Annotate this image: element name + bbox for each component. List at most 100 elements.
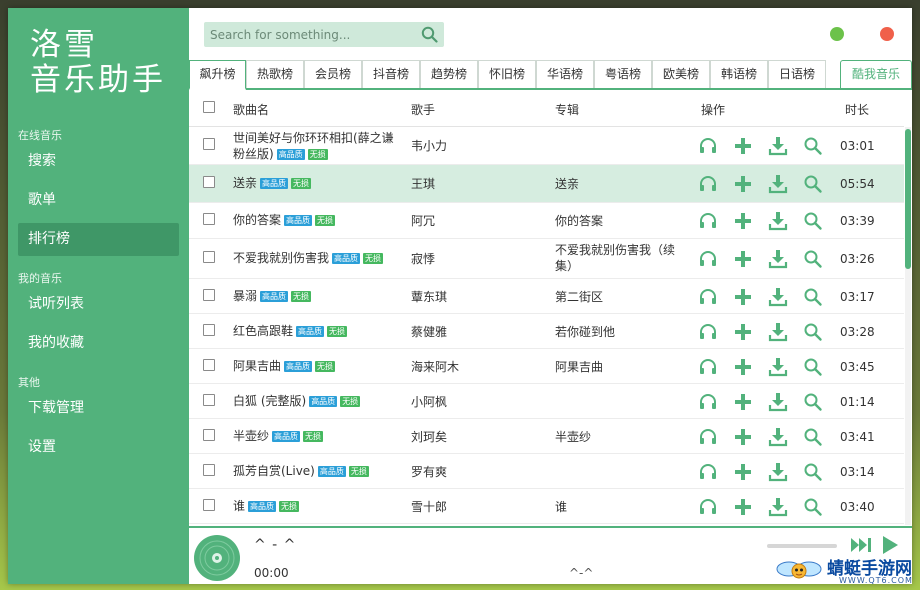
listen-icon[interactable]	[698, 392, 718, 412]
row-checkbox[interactable]	[203, 429, 215, 441]
search-song-icon[interactable]	[803, 287, 823, 307]
tab-japanese[interactable]: 日语榜	[768, 60, 826, 88]
song-artist[interactable]: 寂悸	[411, 251, 435, 267]
tab-douyin[interactable]: 抖音榜	[362, 60, 420, 88]
sidebar-item-favorites[interactable]: 我的收藏	[18, 327, 179, 360]
add-to-list-icon[interactable]	[733, 322, 753, 342]
add-to-list-icon[interactable]	[733, 392, 753, 412]
song-album[interactable]: 你的答案	[555, 213, 685, 229]
add-to-list-icon[interactable]	[733, 174, 753, 194]
song-artist[interactable]: 海来阿木	[411, 359, 459, 375]
song-artist[interactable]: 王琪	[411, 176, 435, 192]
add-to-list-icon[interactable]	[733, 357, 753, 377]
song-row[interactable]: 白狐 (完整版) 高品质 无损 小阿枫 01:14	[189, 384, 904, 419]
sidebar-item-playlists[interactable]: 歌单	[18, 184, 179, 217]
volume-slider[interactable]	[767, 544, 837, 548]
row-checkbox[interactable]	[203, 359, 215, 371]
song-row[interactable]: 你的答案 高品质 无损 阿冗 你的答案 03:39	[189, 203, 904, 239]
row-checkbox[interactable]	[203, 213, 215, 225]
song-row[interactable]: 红色高跟鞋 高品质 无损 蔡健雅 若你碰到他 03:28	[189, 314, 904, 349]
search-song-icon[interactable]	[803, 427, 823, 447]
song-row[interactable]: 送亲 高品质 无损 王琪 送亲 05:54	[189, 165, 904, 203]
row-checkbox[interactable]	[203, 251, 215, 263]
song-artist[interactable]: 刘珂矣	[411, 429, 447, 445]
download-icon[interactable]	[768, 287, 788, 307]
scrollbar-thumb[interactable]	[905, 129, 911, 269]
add-to-list-icon[interactable]	[733, 136, 753, 156]
disc-icon[interactable]	[193, 534, 241, 582]
search-song-icon[interactable]	[803, 174, 823, 194]
song-row[interactable]: 半壶纱 高品质 无损 刘珂矣 半壶纱 03:41	[189, 419, 904, 454]
song-artist[interactable]: 雪十郎	[411, 499, 447, 515]
song-artist[interactable]: 蔡健雅	[411, 324, 447, 340]
tab-mandarin[interactable]: 华语榜	[536, 60, 594, 88]
search-song-icon[interactable]	[803, 322, 823, 342]
download-icon[interactable]	[768, 427, 788, 447]
search-song-icon[interactable]	[803, 357, 823, 377]
song-artist[interactable]: 韦小力	[411, 138, 447, 154]
download-icon[interactable]	[768, 249, 788, 269]
source-tab-kuwo[interactable]: 酷我音乐	[840, 60, 912, 88]
download-icon[interactable]	[768, 357, 788, 377]
song-album[interactable]: 第二街区	[555, 289, 685, 305]
listen-icon[interactable]	[698, 357, 718, 377]
song-album[interactable]: 阿果吉曲	[555, 359, 685, 375]
song-artist[interactable]: 蕈东琪	[411, 289, 447, 305]
download-icon[interactable]	[768, 211, 788, 231]
download-icon[interactable]	[768, 392, 788, 412]
add-to-list-icon[interactable]	[733, 427, 753, 447]
tab-surge[interactable]: 飙升榜	[189, 60, 246, 90]
download-icon[interactable]	[768, 462, 788, 482]
song-row[interactable]: 世间美好与你环环相扣(薛之谦 粉丝版) 高品质 无损 韦小力 03:01	[189, 127, 904, 165]
download-icon[interactable]	[768, 136, 788, 156]
listen-icon[interactable]	[698, 136, 718, 156]
search-song-icon[interactable]	[803, 211, 823, 231]
row-checkbox[interactable]	[203, 324, 215, 336]
song-artist[interactable]: 小阿枫	[411, 394, 447, 410]
row-checkbox[interactable]	[203, 176, 215, 188]
tab-trend[interactable]: 趋势榜	[420, 60, 478, 88]
download-icon[interactable]	[768, 497, 788, 517]
song-album[interactable]: 若你碰到他	[555, 324, 685, 340]
sidebar-item-downloads[interactable]: 下载管理	[18, 392, 179, 425]
add-to-list-icon[interactable]	[733, 249, 753, 269]
tab-western[interactable]: 欧美榜	[652, 60, 710, 88]
add-to-list-icon[interactable]	[733, 211, 753, 231]
tab-cantonese[interactable]: 粤语榜	[594, 60, 652, 88]
download-icon[interactable]	[768, 174, 788, 194]
song-album[interactable]: 送亲	[555, 176, 685, 192]
tab-nostalgia[interactable]: 怀旧榜	[478, 60, 536, 88]
sidebar-item-trial-list[interactable]: 试听列表	[18, 288, 179, 321]
add-to-list-icon[interactable]	[733, 287, 753, 307]
song-row[interactable]: 暴溺 高品质 无损 蕈东琪 第二街区 03:17	[189, 279, 904, 314]
minimize-button[interactable]	[830, 27, 844, 41]
listen-icon[interactable]	[698, 211, 718, 231]
sidebar-item-settings[interactable]: 设置	[18, 431, 179, 464]
select-all-checkbox[interactable]	[203, 101, 215, 113]
search-icon[interactable]	[421, 26, 438, 47]
close-button[interactable]	[880, 27, 894, 41]
row-checkbox[interactable]	[203, 499, 215, 511]
sidebar-item-leaderboard[interactable]: 排行榜	[18, 223, 179, 256]
song-artist[interactable]: 阿冗	[411, 213, 435, 229]
row-checkbox[interactable]	[203, 464, 215, 476]
song-album[interactable]: 半壶纱	[555, 429, 685, 445]
listen-icon[interactable]	[698, 497, 718, 517]
listen-icon[interactable]	[698, 427, 718, 447]
add-to-list-icon[interactable]	[733, 497, 753, 517]
search-song-icon[interactable]	[803, 462, 823, 482]
song-artist[interactable]: 罗有爽	[411, 464, 447, 480]
row-checkbox[interactable]	[203, 394, 215, 406]
song-album[interactable]: 不爱我就别伤害我（续 集）	[555, 242, 685, 274]
tab-korean[interactable]: 韩语榜	[710, 60, 768, 88]
search-song-icon[interactable]	[803, 249, 823, 269]
play-icon[interactable]	[881, 536, 899, 554]
search-box[interactable]	[204, 22, 444, 47]
song-row[interactable]: 谁高品质 无损 雪十郎 谁 03:40	[189, 489, 904, 524]
song-album[interactable]: 谁	[555, 499, 685, 515]
listen-icon[interactable]	[698, 322, 718, 342]
add-to-list-icon[interactable]	[733, 462, 753, 482]
song-row[interactable]: 孤芳自赏(Live) 高品质 无损 罗有爽 03:14	[189, 454, 904, 489]
song-row[interactable]: 阿果吉曲 高品质 无损 海来阿木 阿果吉曲 03:45	[189, 349, 904, 384]
listen-icon[interactable]	[698, 249, 718, 269]
